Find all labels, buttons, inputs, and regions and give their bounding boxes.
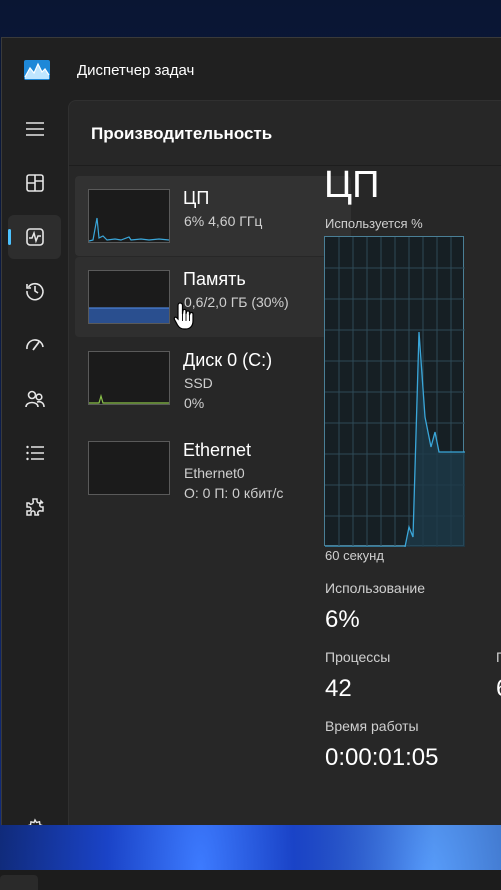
perf-item-disk[interactable]: Диск 0 (C:) SSD 0% bbox=[75, 338, 351, 418]
utilization-value: 6% bbox=[325, 606, 360, 633]
graph-label: Используется % bbox=[325, 216, 423, 231]
perf-sub-cpu: 6% 4,60 ГГц bbox=[184, 213, 263, 229]
nav-startup-apps[interactable] bbox=[8, 323, 61, 367]
perf-item-ethernet[interactable]: Ethernet Ethernet0 О: 0 П: 0 кбит/с bbox=[75, 428, 351, 508]
processes-icon bbox=[25, 174, 44, 192]
navigation-rail bbox=[2, 100, 68, 825]
nav-processes[interactable] bbox=[8, 161, 61, 205]
services-icon bbox=[25, 498, 44, 516]
details-icon bbox=[25, 445, 44, 461]
uptime-value: 0:00:01:05 bbox=[325, 744, 439, 771]
cpu-usage-graph bbox=[324, 236, 465, 547]
perf-sub-ethernet-adapter: Ethernet0 bbox=[184, 465, 245, 481]
cpu-thumbnail-graph bbox=[88, 189, 170, 243]
disk-thumbnail-graph bbox=[88, 351, 170, 405]
performance-icon bbox=[25, 228, 44, 246]
perf-name-disk: Диск 0 (C:) bbox=[183, 350, 273, 370]
nav-users[interactable] bbox=[8, 377, 61, 421]
perf-item-memory[interactable]: Память 0,6/2,0 ГБ (30%) bbox=[75, 257, 351, 337]
processes-label: Процессы bbox=[325, 649, 391, 665]
perf-sub-memory: 0,6/2,0 ГБ (30%) bbox=[184, 294, 289, 310]
perf-sub-disk-usage: 0% bbox=[184, 395, 205, 411]
nav-details[interactable] bbox=[8, 431, 61, 475]
detail-title: ЦП bbox=[324, 164, 380, 206]
nav-services[interactable] bbox=[8, 485, 61, 529]
nav-performance[interactable] bbox=[8, 215, 61, 259]
memory-thumbnail-area bbox=[89, 307, 169, 323]
perf-name-memory: Память bbox=[183, 269, 246, 289]
cpu-thumbnail-line bbox=[89, 217, 169, 242]
nav-settings[interactable] bbox=[8, 807, 61, 825]
perf-sub-disk-type: SSD bbox=[184, 375, 213, 391]
memory-thumbnail-graph bbox=[88, 270, 170, 324]
nav-app-history[interactable] bbox=[8, 269, 61, 313]
header-divider bbox=[69, 165, 501, 166]
threads-label: П bbox=[496, 649, 501, 665]
perf-name-ethernet: Ethernet bbox=[183, 440, 252, 460]
settings-icon bbox=[27, 818, 43, 825]
ethernet-thumbnail-graph bbox=[88, 441, 170, 495]
taskbar-item[interactable] bbox=[0, 875, 38, 890]
hand-pointer-cursor-icon bbox=[173, 302, 194, 330]
graph-time-span: 60 секунд bbox=[325, 548, 384, 563]
performance-page: Производительность ЦП 6% 4,60 ГГц Память… bbox=[68, 100, 501, 825]
uptime-label: Время работы bbox=[325, 718, 419, 734]
window-title: Диспетчер задач bbox=[77, 62, 195, 79]
app-history-icon bbox=[25, 282, 44, 301]
perf-sub-ethernet-throughput: О: 0 П: 0 кбит/с bbox=[184, 485, 284, 501]
task-manager-app-icon bbox=[24, 60, 50, 80]
task-manager-window: Диспетчер задач Производительность ЦП 6%… bbox=[1, 37, 501, 825]
perf-name-cpu: ЦП bbox=[183, 188, 210, 208]
hamburger-menu-icon bbox=[25, 122, 44, 136]
title-bar[interactable]: Диспетчер задач bbox=[2, 38, 501, 100]
hamburger-menu-button[interactable] bbox=[8, 107, 61, 151]
users-icon bbox=[24, 390, 45, 408]
cpu-usage-graph-lines bbox=[325, 237, 465, 547]
processes-value: 42 bbox=[325, 675, 352, 702]
startup-apps-icon bbox=[25, 339, 44, 351]
threads-value: 6 bbox=[496, 675, 501, 703]
disk-thumbnail-line bbox=[89, 393, 169, 404]
perf-item-cpu[interactable]: ЦП 6% 4,60 ГГц bbox=[75, 176, 351, 256]
utilization-label: Использование bbox=[325, 580, 426, 596]
page-title: Производительность bbox=[91, 124, 273, 143]
taskbar bbox=[0, 870, 501, 890]
